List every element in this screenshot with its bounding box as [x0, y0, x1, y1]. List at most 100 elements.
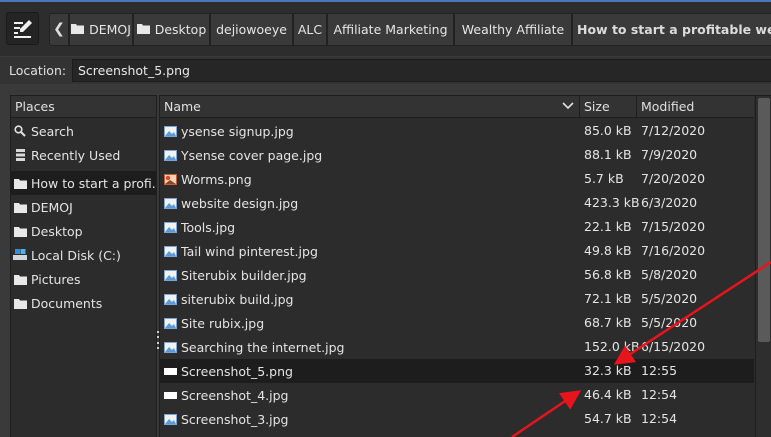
place-label: Documents [31, 295, 103, 311]
place-label: How to start a profi... [31, 175, 156, 191]
place-label: DEMOJ [31, 199, 73, 215]
column-header-label: Name [164, 99, 201, 114]
folder-icon [13, 224, 27, 238]
file-name: ysense signup.jpg [181, 123, 294, 139]
scrollbar-thumb[interactable] [758, 98, 770, 342]
breadcrumb-affiliate-marketing[interactable]: Affiliate Marketing [327, 13, 454, 46]
folder-icon [13, 296, 27, 310]
image-file-icon [164, 197, 177, 209]
edit-location-button[interactable] [6, 12, 39, 45]
file-row[interactable]: ysense signup.jpg 85.0 kB 7/12/2020 [160, 119, 754, 143]
file-modified: 7/15/2020 [641, 219, 706, 234]
file-size: 46.4 kB [584, 387, 632, 402]
place-label: Pictures [31, 271, 81, 287]
path-bar: ❮ DEMOJ Desktop dejiowoeye ALC Affiliate… [0, 0, 771, 56]
column-header-size[interactable]: Size [580, 96, 637, 117]
file-modified: 12:55 [641, 363, 678, 378]
image-file-icon [164, 317, 177, 329]
file-name: siterubix build.jpg [181, 291, 294, 307]
image-file-icon [164, 245, 177, 257]
image-file-icon [164, 269, 177, 281]
column-header-label: Size [584, 99, 610, 114]
search-icon [13, 124, 27, 138]
file-row[interactable]: website design.jpg 423.3 kB 6/3/2020 [160, 191, 754, 215]
image-file-icon [164, 341, 177, 353]
breadcrumb-demoj[interactable]: DEMOJ [69, 13, 133, 46]
breadcrumb-wealthy-affiliate[interactable]: Wealthy Affiliate [454, 13, 572, 46]
file-row[interactable]: Tail wind pinterest.jpg 49.8 kB 7/16/202… [160, 239, 754, 263]
image-file-icon [164, 173, 177, 185]
image-file-icon [164, 390, 177, 401]
folder-icon [13, 200, 27, 214]
file-size: 22.1 kB [584, 219, 632, 234]
file-size: 423.3 kB [584, 195, 640, 210]
place-documents[interactable]: Documents [11, 291, 156, 315]
column-header-modified[interactable]: Modified [637, 96, 754, 117]
place-current-folder[interactable]: How to start a profi... [11, 171, 156, 195]
file-name: Tail wind pinterest.jpg [181, 243, 318, 259]
file-row[interactable]: Searching the internet.jpg 152.0 kB 6/15… [160, 335, 754, 359]
place-recently-used[interactable]: Recently Used [11, 143, 156, 167]
place-label: Recently Used [31, 147, 121, 163]
file-modified: 5/5/2020 [641, 315, 698, 330]
breadcrumb-label: Wealthy Affiliate [461, 22, 565, 37]
file-name: Screenshot_4.jpg [181, 387, 289, 403]
location-input[interactable] [72, 59, 771, 82]
image-file-icon [164, 413, 177, 425]
file-size: 5.7 kB [584, 171, 624, 186]
file-row-selected[interactable]: Screenshot_5.png 32.3 kB 12:55 [160, 359, 754, 383]
file-size: 88.1 kB [584, 147, 632, 162]
breadcrumb-desktop[interactable]: Desktop [133, 13, 210, 46]
file-name: website design.jpg [181, 195, 299, 211]
place-desktop[interactable]: Desktop [11, 219, 156, 243]
file-row[interactable]: Screenshot_3.jpg 54.7 kB 12:54 [160, 407, 754, 431]
file-name: Searching the internet.jpg [181, 339, 345, 355]
place-demoj[interactable]: DEMOJ [11, 195, 156, 219]
file-size: 85.0 kB [584, 123, 632, 138]
breadcrumb-dejiowoeye[interactable]: dejiowoeye [210, 13, 293, 46]
file-row[interactable]: siterubix build.jpg 72.1 kB 5/5/2020 [160, 287, 754, 311]
column-header-name[interactable]: Name [160, 96, 580, 117]
file-size: 54.7 kB [584, 411, 632, 426]
place-label: Search [31, 123, 74, 139]
file-name: Site rubix.jpg [181, 315, 265, 331]
file-list-scrollbar[interactable] [755, 96, 771, 437]
file-name: Screenshot_3.jpg [181, 411, 289, 427]
file-row[interactable]: Tools.jpg 22.1 kB 7/15/2020 [160, 215, 754, 239]
place-pictures[interactable]: Pictures [11, 267, 156, 291]
recent-icon [13, 148, 27, 162]
breadcrumb-label: DEMOJ [89, 22, 131, 37]
file-row[interactable]: Siterubix builder.jpg 56.8 kB 5/8/2020 [160, 263, 754, 287]
file-modified: 12:54 [641, 387, 678, 402]
breadcrumb-alc[interactable]: ALC [293, 13, 327, 46]
place-search[interactable]: Search [11, 119, 156, 143]
file-name: Worms.png [181, 171, 252, 187]
file-row[interactable]: Ysense cover page.jpg 88.1 kB 7/9/2020 [160, 143, 754, 167]
place-label: Desktop [31, 223, 83, 239]
file-size: 56.8 kB [584, 267, 632, 282]
breadcrumb-label: ALC [297, 22, 323, 37]
places-sidebar: Places Search Recently Used How to start… [10, 95, 157, 437]
path-back-button[interactable]: ❮ [49, 13, 69, 46]
file-row[interactable]: Screenshot_4.jpg 46.4 kB 12:54 [160, 383, 754, 407]
breadcrumb-current-folder[interactable]: How to start a profitable webs [572, 13, 771, 46]
file-modified: 6/3/2020 [641, 195, 698, 210]
image-file-icon [164, 366, 177, 377]
image-file-icon [164, 293, 177, 305]
file-row[interactable]: Worms.png 5.7 kB 7/20/2020 [160, 167, 754, 191]
folder-icon [13, 272, 27, 286]
image-file-icon [164, 221, 177, 233]
pencil-edit-icon [13, 19, 32, 38]
file-modified: 7/12/2020 [641, 123, 706, 138]
places-header: Places [11, 96, 156, 118]
folder-icon [136, 22, 150, 37]
file-size: 68.7 kB [584, 315, 632, 330]
drive-icon [13, 248, 27, 262]
file-modified: 12:54 [641, 411, 678, 426]
breadcrumb-label: dejiowoeye [216, 22, 287, 37]
file-name: Ysense cover page.jpg [181, 147, 323, 163]
image-file-icon [164, 125, 177, 137]
location-label: Location: [9, 63, 67, 78]
file-row[interactable]: Site rubix.jpg 68.7 kB 5/5/2020 [160, 311, 754, 335]
place-local-disk[interactable]: Local Disk (C:) [11, 243, 156, 267]
